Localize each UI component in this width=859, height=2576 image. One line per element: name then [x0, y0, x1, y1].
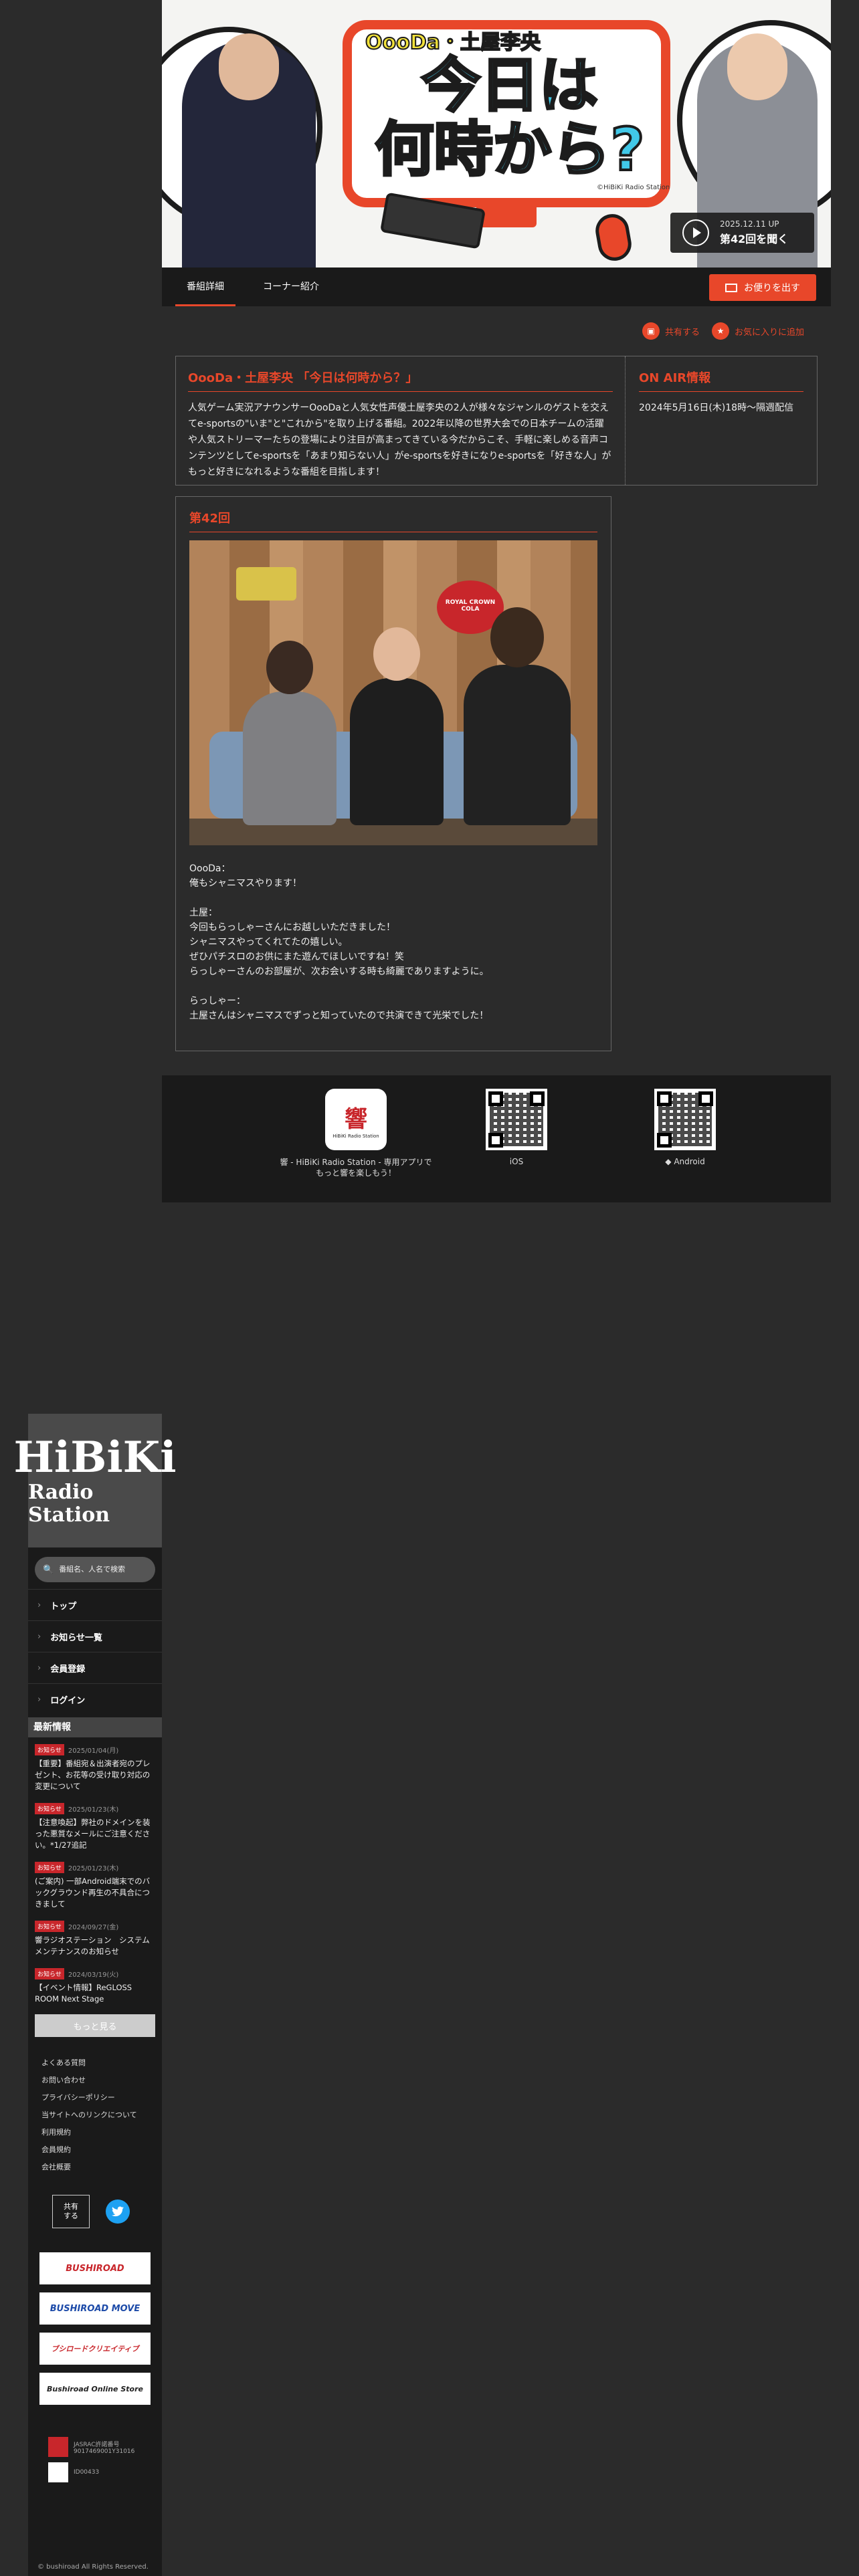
onair-section: ON AIR情報 2024年5月16日(木)18時〜隔週配信	[626, 356, 817, 485]
news-heading: 最新情報	[28, 1717, 162, 1737]
bushiroad-move-banner[interactable]: BUSHIROAD MOVE	[39, 2292, 151, 2325]
copyright: © bushiroad All Rights Reserved.	[37, 2563, 149, 2571]
episode-date: 2025.12.11 UP	[720, 219, 779, 229]
app-download-section: 響 HiBiKi Radio Station 響 - HiBiKi Radio …	[162, 1075, 831, 1202]
onair-text: 2024年5月16日(木)18時〜隔週配信	[639, 403, 794, 413]
footer-link-contact[interactable]: お問い合わせ	[41, 2072, 162, 2089]
bushiroad-store-banner[interactable]: Bushiroad Online Store	[39, 2373, 151, 2405]
sidebar-item-news[interactable]: › お知らせ一覧	[28, 1620, 162, 1652]
star-icon: ★	[712, 322, 730, 340]
news-badge: お知らせ	[35, 1803, 64, 1814]
search-box: 🔍	[35, 1557, 155, 1582]
footer-link-member-terms[interactable]: 会員規約	[41, 2141, 162, 2159]
chevron-right-icon: ›	[37, 1600, 41, 1610]
program-tabs: 番組詳細 コーナー紹介 お便りを出す	[162, 267, 831, 306]
episode-title: 第42回	[189, 509, 597, 532]
app-promo[interactable]: 響 HiBiKi Radio Station 響 - HiBiKi Radio …	[276, 1089, 436, 1178]
nextone-license: ID00433	[28, 2457, 162, 2482]
jasrac-icon	[48, 2437, 68, 2457]
send-mail-button[interactable]: お便りを出す	[709, 274, 816, 301]
footer-link-privacy[interactable]: プライバシーポリシー	[41, 2089, 162, 2107]
search-input[interactable]	[59, 1566, 153, 1574]
news-item[interactable]: お知らせ 2024/09/27(金) 響ラジオステーション システムメンテナンスの…	[28, 1914, 162, 1961]
news-badge: お知らせ	[35, 1968, 64, 1979]
news-badge: お知らせ	[35, 1862, 64, 1873]
news-badge: お知らせ	[35, 1744, 64, 1755]
footer-link-faq[interactable]: よくある質問	[41, 2054, 162, 2072]
episode-text: OooDa： 俺もシャニマスやります！ 土屋： 今回もらっしゃーさんにお越しいた…	[189, 863, 489, 1021]
footer-link-linking[interactable]: 当サイトへのリンクについて	[41, 2107, 162, 2124]
ios-qr[interactable]: iOS	[476, 1089, 557, 1166]
sidebar-item-top[interactable]: › トップ	[28, 1589, 162, 1620]
play-icon	[682, 219, 709, 246]
sidebar: HiBiKi Radio Station 🔍 ›トップ ›お知らせ一覧 ›会員登…	[13, 1414, 177, 2576]
host-left-image	[182, 33, 316, 267]
twitter-icon[interactable]	[106, 2199, 130, 2224]
favorite-button[interactable]: ★ お気に入りに追加	[712, 322, 804, 340]
bike-poster	[236, 567, 296, 601]
news-item[interactable]: お知らせ 2025/01/23(木) 【注意喚起】弊社のドメインを装った悪質なメー…	[28, 1796, 162, 1855]
share-button[interactable]: ▣ 共有する	[642, 322, 700, 340]
chevron-right-icon: ›	[37, 1694, 41, 1705]
bushiroad-banner[interactable]: BUSHIROAD	[39, 2252, 151, 2284]
program-description-section: OooDa・土屋李央 「今日は何時から？」 人気ゲーム実況アナウンサーOooDa…	[176, 356, 626, 485]
news-item[interactable]: お知らせ 2024/03/19(火) 【イベント情報】ReGLOSS ROOM N…	[28, 1961, 162, 2009]
site-logo[interactable]: HiBiKi Radio Station	[13, 1414, 177, 1547]
news-item[interactable]: お知らせ 2025/01/23(木) (ご案内) 一部Android端末でのバック…	[28, 1855, 162, 1914]
android-qr[interactable]: ◆ Android	[645, 1089, 725, 1166]
license-icon	[48, 2462, 68, 2482]
qr-code-icon	[654, 1089, 716, 1150]
news-badge: お知らせ	[35, 1921, 64, 1932]
bushiroad-creative-banner[interactable]: ブシロードクリエイティブ	[39, 2333, 151, 2365]
footer-link-company[interactable]: 会社概要	[41, 2159, 162, 2176]
listen-label: 第42回を聞く	[720, 233, 789, 245]
search-icon: 🔍	[43, 1564, 54, 1575]
more-news-button[interactable]: もっと見る	[35, 2014, 155, 2037]
share-icon: ▣	[642, 322, 660, 340]
app-icon: 響 HiBiKi Radio Station	[325, 1089, 387, 1150]
sidebar-item-register[interactable]: › 会員登録	[28, 1652, 162, 1683]
episode-photo: ROYAL CROWN COLA	[189, 540, 597, 845]
tab-corner-intro[interactable]: コーナー紹介	[254, 267, 328, 306]
jasrac-license: JASRAC許諾番号 9017469001Y31016	[28, 2432, 162, 2457]
copyright-credit: ©HiBiKi Radio Station	[597, 184, 670, 191]
guest-person	[464, 665, 571, 825]
listen-episode-button[interactable]: 2025.12.11 UP 第42回を聞く	[670, 213, 814, 253]
episode-section: 第42回 ROYAL CROWN COLA OooDa： 俺もシャニマスやります…	[175, 496, 611, 1051]
guest-person	[243, 691, 337, 825]
program-title: OooDa・土屋李央 「今日は何時から？」	[188, 368, 613, 392]
program-info-box: OooDa・土屋李央 「今日は何時から？」 人気ゲーム実況アナウンサーOooDa…	[175, 356, 818, 486]
guest-person	[350, 678, 444, 825]
sidebar-share-button[interactable]: 共有 する	[52, 2195, 90, 2228]
chevron-right-icon: ›	[37, 1631, 41, 1642]
qr-code-icon	[486, 1089, 547, 1150]
sidebar-item-login[interactable]: › ログイン	[28, 1683, 162, 1715]
news-item[interactable]: お知らせ 2025/01/04(月) 【重要】番組宛＆出演者宛のプレゼント、お花等…	[28, 1737, 162, 1796]
footer-links: よくある質問 お問い合わせ プライバシーポリシー 当サイトへのリンクについて 利…	[28, 2042, 162, 2176]
envelope-icon	[725, 283, 737, 292]
footer-link-terms[interactable]: 利用規約	[41, 2124, 162, 2141]
mouse-graphic	[593, 211, 634, 263]
program-description: 人気ゲーム実況アナウンサーOooDaと人気女性声優土屋李央の2人が様々なジャンル…	[188, 403, 611, 477]
show-title-logo: 今日は 何時から?	[373, 51, 646, 184]
chevron-right-icon: ›	[37, 1662, 41, 1673]
share-row: ▣ 共有する ★ お気に入りに追加	[642, 322, 804, 340]
onair-title: ON AIR情報	[639, 368, 803, 392]
program-hero-banner: OooDa・土屋李央 今日は 何時から? ©HiBiKi Radio Stati…	[162, 0, 831, 267]
tab-program-details[interactable]: 番組詳細	[175, 267, 235, 306]
